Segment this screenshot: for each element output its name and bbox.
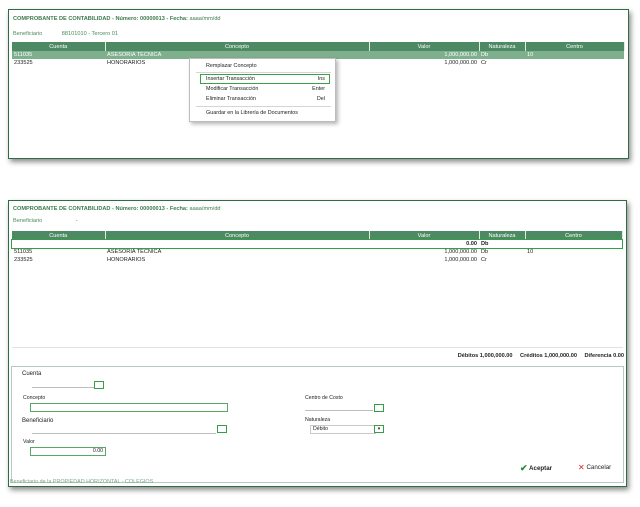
col-concepto[interactable]: Concepto bbox=[105, 231, 370, 240]
cell-centro bbox=[525, 256, 622, 264]
cell-centro bbox=[525, 240, 622, 248]
cell-naturaleza: Cr bbox=[481, 257, 487, 263]
col-naturaleza[interactable]: Naturaleza bbox=[479, 42, 526, 51]
transaction-form: Cuenta Concepto Beneficiario Valor 0.00 … bbox=[11, 366, 624, 483]
col-cuenta[interactable]: Cuenta bbox=[12, 42, 106, 51]
transactions-table: Cuenta Concepto Valor Naturaleza Centro … bbox=[11, 231, 623, 264]
menu-item-save-library[interactable]: Guardar en la Librería de Documentos bbox=[206, 109, 325, 117]
table-row[interactable]: 511035 ASESORIA TECNICA 1,000,000.00 Db … bbox=[12, 248, 622, 256]
cuenta-lookup-button[interactable] bbox=[94, 381, 104, 389]
cell-valor: 1,000,000.00 bbox=[444, 60, 477, 66]
centro-input[interactable] bbox=[305, 410, 373, 411]
insert-highlight bbox=[200, 74, 330, 84]
cuenta-input[interactable] bbox=[32, 387, 94, 388]
title-date: aaaa/mm/dd bbox=[189, 16, 221, 22]
col-cuenta[interactable]: Cuenta bbox=[12, 231, 106, 240]
total-difference: Diferencia 0.00 bbox=[584, 353, 625, 359]
table-header: Cuenta Concepto Valor Naturaleza Centro bbox=[12, 42, 625, 51]
cell-cuenta bbox=[12, 240, 105, 248]
col-concepto[interactable]: Concepto bbox=[105, 42, 370, 51]
title-date: aaaa/mm/dd bbox=[189, 206, 221, 212]
context-menu: Remplazar Concepto Insertar Transacción … bbox=[189, 58, 336, 122]
menu-label: Guardar en la Librería de Documentos bbox=[206, 110, 298, 116]
title-text: COMPROBANTE DE CONTABILIDAD - Número: 00… bbox=[13, 206, 188, 212]
concepto-label: Concepto bbox=[23, 395, 46, 401]
chevron-down-icon: ▾ bbox=[377, 426, 381, 432]
table-row[interactable]: 233525 HONORARIOS 1,000,000.00 Cr bbox=[12, 256, 622, 264]
naturaleza-select[interactable]: Débito bbox=[310, 425, 376, 434]
accept-label: Aceptar bbox=[529, 465, 553, 473]
beneficiary-label: Beneficiario bbox=[13, 218, 43, 224]
cell-valor: 1,000,000.00 bbox=[444, 257, 477, 263]
accept-button[interactable]: ✔ Aceptar bbox=[520, 463, 552, 474]
menu-item-modify[interactable]: Modificar Transacción Enter bbox=[206, 85, 325, 93]
cell-concepto: ASESORIA TECNICA bbox=[107, 249, 162, 255]
close-icon: ✕ bbox=[578, 463, 585, 472]
cell-cuenta: 511035 bbox=[12, 51, 105, 59]
naturaleza-dropdown-button[interactable]: ▾ bbox=[374, 425, 384, 433]
cell-centro bbox=[525, 59, 624, 67]
cancel-button[interactable]: ✕ Cancelar bbox=[578, 463, 611, 472]
cell-valor: 1,000,000.00 bbox=[444, 249, 477, 255]
cell-concepto bbox=[105, 240, 369, 248]
naturaleza-label: Naturaleza bbox=[305, 417, 331, 423]
table-bottom-divider bbox=[12, 347, 623, 348]
check-icon: ✔ bbox=[520, 463, 528, 473]
col-centro[interactable]: Centro bbox=[525, 42, 625, 51]
cell-naturaleza: Db bbox=[481, 241, 489, 247]
beneficiary-value: 88101010 - Tercero 01 bbox=[61, 31, 118, 37]
menu-shortcut: Del bbox=[316, 96, 325, 102]
beneficiario-input[interactable] bbox=[32, 433, 216, 434]
cut-off-text: Beneficiario de la PROPIEDAD HORIZONTAL … bbox=[10, 479, 154, 485]
menu-label: Remplazar Concepto bbox=[206, 63, 257, 69]
beneficiary-label: Beneficiario bbox=[13, 31, 43, 37]
cell-cuenta: 511035 bbox=[14, 249, 33, 255]
cell-valor: 0.00 bbox=[466, 241, 477, 247]
col-valor[interactable]: Valor bbox=[369, 42, 480, 51]
cell-cuenta: 233525 bbox=[14, 257, 33, 263]
cell-cuenta: 233525 bbox=[14, 60, 33, 66]
beneficiary-line: Beneficiario - bbox=[13, 218, 78, 224]
col-naturaleza[interactable]: Naturaleza bbox=[479, 231, 526, 240]
menu-label: Eliminar Transacción bbox=[206, 96, 257, 102]
cell-naturaleza: Db bbox=[479, 51, 525, 59]
voucher-panel-bottom: COMPROBANTE DE CONTABILIDAD - Número: 00… bbox=[8, 200, 627, 487]
menu-item-delete[interactable]: Eliminar Transacción Del bbox=[206, 95, 325, 103]
beneficiary-line: Beneficiario 88101010 - Tercero 01 bbox=[13, 31, 118, 37]
col-centro[interactable]: Centro bbox=[525, 231, 623, 240]
cell-concepto: HONORARIOS bbox=[107, 257, 146, 263]
valor-label: Valor bbox=[23, 439, 35, 445]
menu-item-replace-concept[interactable]: Remplazar Concepto bbox=[206, 62, 325, 70]
panel-title: COMPROBANTE DE CONTABILIDAD - Número: 00… bbox=[13, 206, 221, 212]
cell-naturaleza: Cr bbox=[481, 60, 487, 66]
beneficiario-label: Beneficiario bbox=[22, 418, 54, 424]
menu-divider bbox=[196, 106, 331, 107]
totals-bar: Débitos 1,000,000.00 Créditos 1,000,000.… bbox=[452, 353, 624, 359]
centro-lookup-button[interactable] bbox=[374, 404, 384, 412]
total-credits: Créditos 1,000,000.00 bbox=[520, 353, 577, 359]
title-text: COMPROBANTE DE CONTABILIDAD - Número: 00… bbox=[13, 16, 188, 22]
total-debits: Débitos 1,000,000.00 bbox=[457, 353, 513, 359]
col-valor[interactable]: Valor bbox=[369, 231, 480, 240]
cell-naturaleza: Db bbox=[481, 249, 489, 255]
beneficiario-lookup-button[interactable] bbox=[217, 425, 227, 433]
cell-centro: 10 bbox=[525, 51, 624, 59]
cancel-label: Cancelar bbox=[586, 464, 612, 472]
cell-valor: 1,000,000.00 bbox=[369, 51, 479, 59]
concepto-input[interactable] bbox=[30, 403, 228, 412]
table-header: Cuenta Concepto Valor Naturaleza Centro bbox=[12, 231, 623, 240]
valor-input[interactable]: 0.00 bbox=[30, 447, 106, 456]
new-entry-row[interactable]: 0.00 Db bbox=[11, 239, 623, 249]
panel-title: COMPROBANTE DE CONTABILIDAD - Número: 00… bbox=[13, 16, 221, 22]
menu-divider bbox=[196, 72, 331, 73]
centro-label: Centro de Costo bbox=[305, 395, 343, 401]
cell-centro: 10 bbox=[527, 249, 534, 255]
menu-label: Modificar Transacción bbox=[206, 86, 259, 92]
menu-shortcut: Enter bbox=[312, 86, 325, 92]
cuenta-label: Cuenta bbox=[22, 371, 42, 377]
beneficiary-value: - bbox=[75, 218, 78, 224]
